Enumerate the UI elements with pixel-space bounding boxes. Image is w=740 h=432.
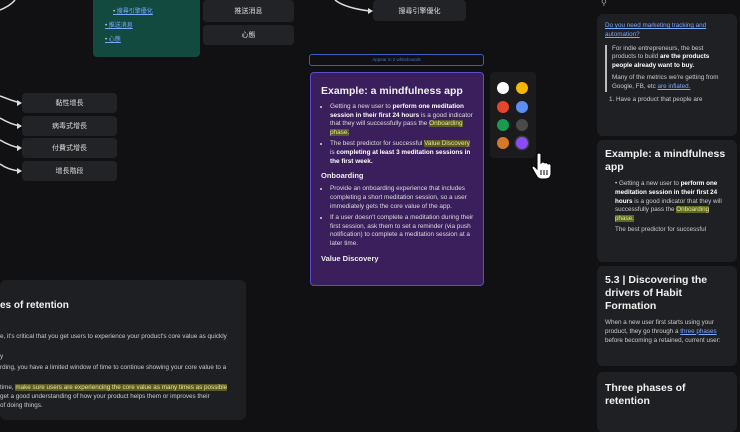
list-item: • Getting a new user to perform one medi… xyxy=(615,180,722,223)
node-paid-growth[interactable]: 付費式增長 xyxy=(22,138,117,158)
quote-text: Many of the metrics we're getting from G… xyxy=(612,73,719,90)
list-item: The best predictor for successful Value … xyxy=(330,139,475,166)
sidebar-card[interactable]: 5.3 | Discovering the drivers of Habit F… xyxy=(597,266,737,366)
list-item: If a user doesn't complete a meditation … xyxy=(330,214,475,249)
hand-cursor-icon xyxy=(531,152,552,180)
paragraph-line: time, make sure users are experiencing t… xyxy=(0,384,228,391)
card-title: Example: a mindfulness app xyxy=(321,85,463,97)
card-title: Three phases of retention xyxy=(605,382,686,407)
link-mindset[interactable]: 心態 xyxy=(105,34,200,43)
paragraph-line: of doing things. xyxy=(0,402,43,409)
search-icon: ⚲ xyxy=(601,0,607,7)
paragraph-line: rding, you have a limited window of time… xyxy=(0,364,227,371)
sidebar-card[interactable]: Do you need marketing tracking and autom… xyxy=(597,14,737,136)
search-input[interactable] xyxy=(612,0,723,5)
document-panel: es of retention e, it's critical that yo… xyxy=(0,280,246,420)
link-push[interactable]: 推送消息 xyxy=(105,20,200,29)
node-growth-stage[interactable]: 增長階段 xyxy=(22,161,117,181)
color-gray[interactable] xyxy=(516,119,528,131)
right-sidebar: ⚲ Do you need marketing tracking and aut… xyxy=(597,0,740,432)
color-yellow[interactable] xyxy=(516,82,528,94)
list-item: Getting a new user to perform one medita… xyxy=(330,103,475,138)
sidebar-card[interactable]: Three phases of retention xyxy=(597,372,737,432)
node-seo[interactable]: 搜尋引擎優化 xyxy=(373,0,466,21)
quote-text: For indie entrepreneurs, the best produc… xyxy=(612,44,710,70)
list-item: The best predictor for successful xyxy=(615,225,706,233)
color-blue[interactable] xyxy=(516,101,528,113)
paragraph-line: get a good understanding of how your pro… xyxy=(0,393,210,400)
card-link[interactable]: Do you need marketing tracking and autom… xyxy=(605,22,729,40)
list-item: 1. Have a product that people are xyxy=(609,95,703,103)
link-seo[interactable]: 搜尋引擎優化 xyxy=(113,6,200,15)
whiteboards-badge[interactable]: Appear in 2 whiteboards xyxy=(309,54,484,66)
node-sticky-growth[interactable]: 黏性增長 xyxy=(22,93,117,113)
list-item: Provide an onboarding experience that in… xyxy=(330,185,475,211)
node-mindset[interactable]: 心態 xyxy=(203,25,294,45)
node-viral-growth[interactable]: 病毒式增長 xyxy=(22,116,117,136)
note-card-selected[interactable]: Example: a mindfulness app Getting a new… xyxy=(310,72,484,286)
color-purple-selected[interactable] xyxy=(516,137,528,149)
panel-heading: es of retention xyxy=(0,300,69,311)
card-title: Example: a mindfulness app xyxy=(605,148,726,173)
color-white[interactable] xyxy=(497,82,509,94)
search-bar[interactable]: ⚲ xyxy=(597,0,740,8)
card-text: When a new user first starts using your … xyxy=(605,319,721,344)
color-red[interactable] xyxy=(497,101,509,113)
node-push[interactable]: 推送消息 xyxy=(203,0,294,22)
color-green[interactable] xyxy=(497,119,509,131)
sidebar-card[interactable]: Example: a mindfulness app • Getting a n… xyxy=(597,140,737,262)
paragraph-line: y xyxy=(0,353,4,360)
card-title: 5.3 | Discovering the drivers of Habit F… xyxy=(605,274,708,312)
color-orange[interactable] xyxy=(497,137,509,149)
color-palette xyxy=(490,72,536,158)
paragraph-line: e, it's critical that you get users to e… xyxy=(0,333,227,340)
mindmap-link-card: 搜尋引擎優化 推送消息 心態 xyxy=(93,0,200,57)
section-heading: Onboarding xyxy=(321,171,364,181)
section-heading: Value Discovery xyxy=(321,253,379,263)
